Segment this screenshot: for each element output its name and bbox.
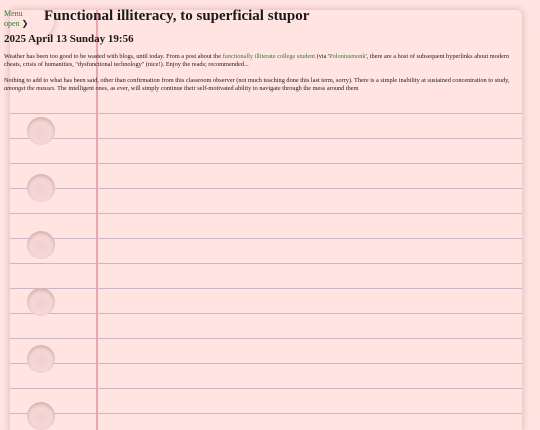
- paragraph-1: Weather has been too good to be wasted w…: [4, 53, 510, 68]
- binder-hole: [27, 231, 55, 259]
- link-monk[interactable]: monk: [351, 53, 365, 60]
- link-polonius[interactable]: Polonius: [329, 53, 351, 60]
- menu-label: Menu: [4, 9, 23, 18]
- binder-hole: [27, 402, 55, 430]
- blog-post: Weather has been too good to be wasted w…: [4, 53, 523, 101]
- menu-open-link[interactable]: open ❯: [4, 19, 28, 29]
- link-illiterate-student[interactable]: functionally illiterate college student: [223, 53, 316, 60]
- binder-hole: [27, 117, 55, 145]
- entry-date: 2025 April 13 Sunday 19:56: [4, 33, 134, 45]
- binder-hole: [27, 174, 55, 202]
- menu-toggle[interactable]: Menu open ❯: [4, 9, 28, 29]
- binder-hole: [27, 345, 55, 373]
- binder-hole: [27, 288, 55, 316]
- page-title: Functional illiteracy, to superficial st…: [44, 8, 310, 24]
- paragraph-2: Nothing to add to what has been said, ot…: [4, 77, 510, 92]
- chevron-right-icon: ❯: [21, 19, 29, 28]
